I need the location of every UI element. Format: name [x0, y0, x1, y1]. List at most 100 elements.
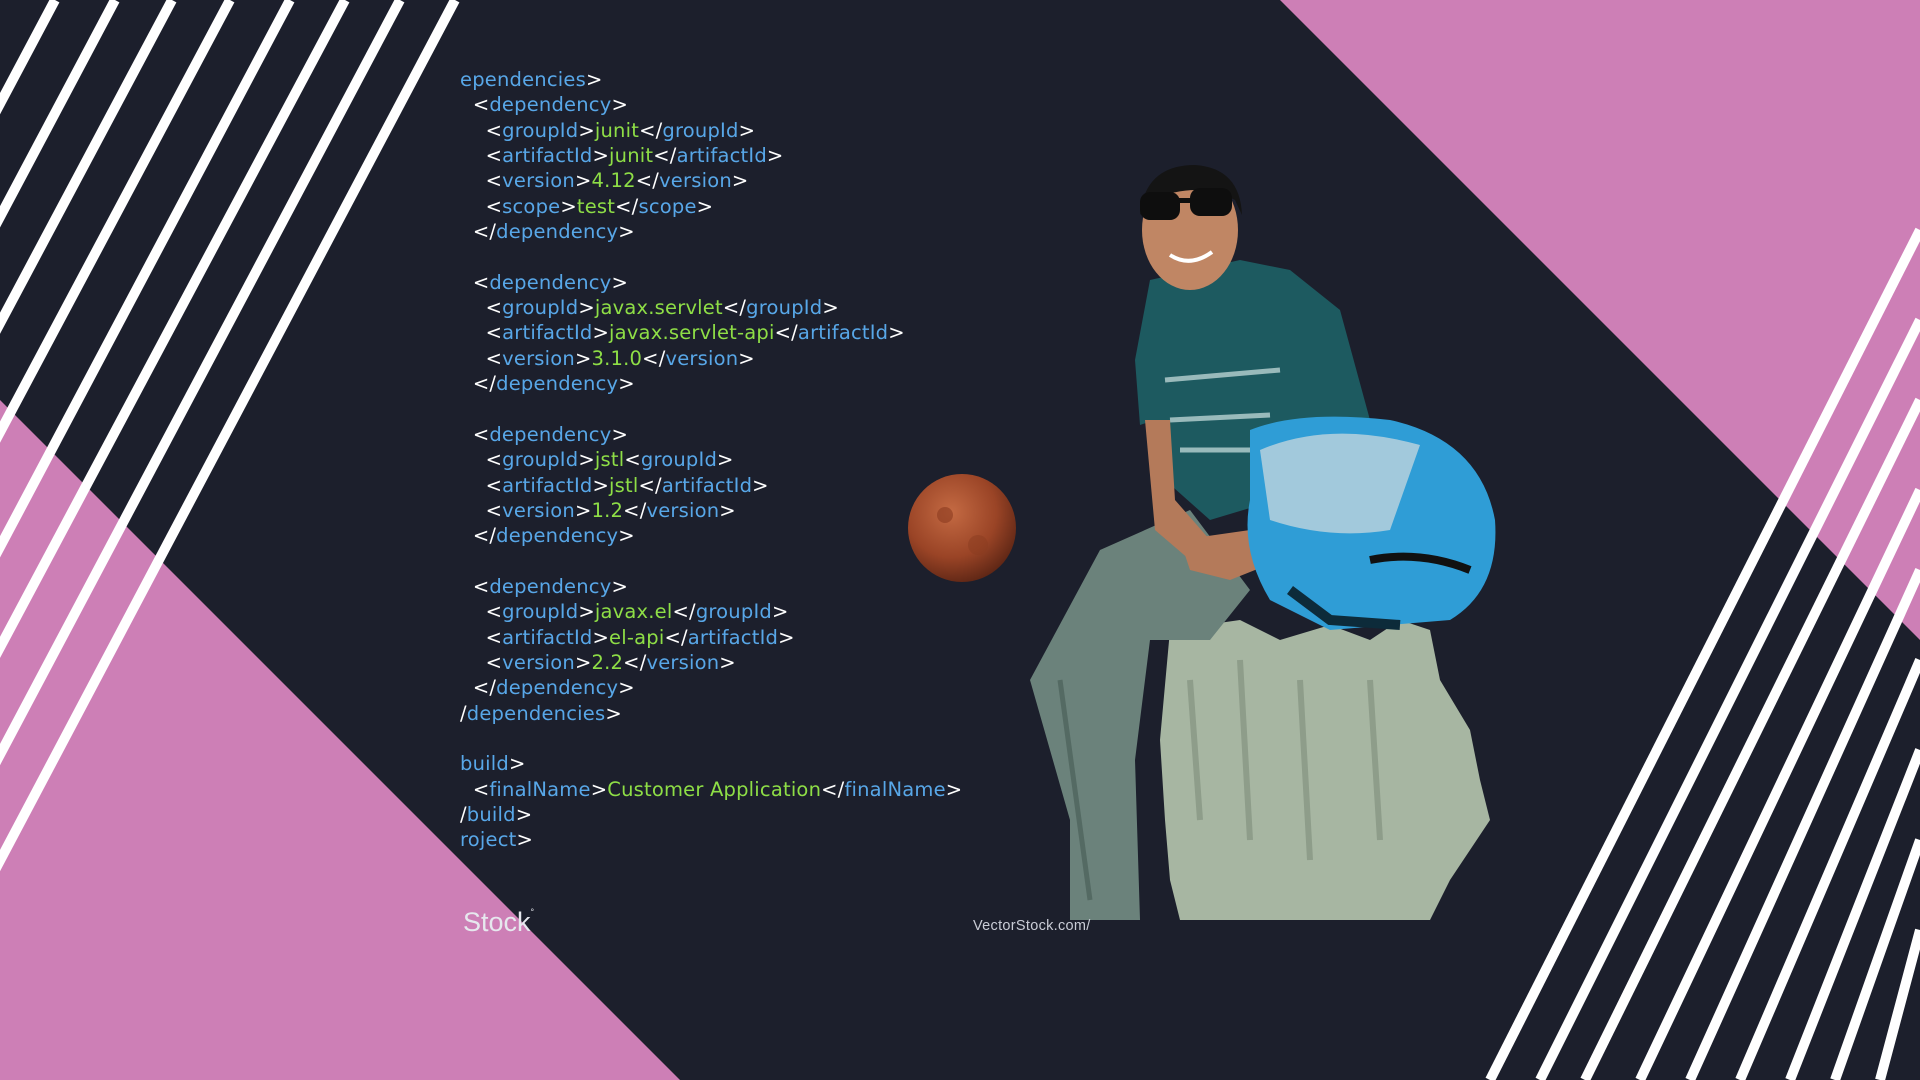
code-line: <artifactId>junit</artifactId> — [460, 143, 962, 168]
code-line: <groupId>javax.servlet</groupId> — [460, 295, 962, 320]
code-line: <groupId>junit</groupId> — [460, 118, 962, 143]
code-punct: > — [592, 473, 610, 497]
code-punct: > — [778, 625, 795, 649]
code-tag: dependency — [496, 372, 619, 396]
code-punct: < — [485, 498, 503, 522]
code-punct: </ — [672, 600, 696, 624]
code-tag: finalName — [489, 777, 591, 801]
code-tag: scope — [502, 194, 561, 218]
code-line: <groupId>javax.el</groupId> — [460, 599, 962, 624]
code-tag: groupId — [746, 296, 823, 320]
code-punct: > — [717, 448, 734, 472]
code-punct: < — [485, 600, 503, 624]
code-line: <dependency> — [460, 270, 962, 295]
code-tag: build — [466, 802, 516, 826]
code-line: ependencies> — [460, 67, 962, 92]
code-punct: > — [822, 296, 839, 320]
code-value: 2.2 — [591, 650, 624, 674]
code-tag: scope — [638, 194, 697, 218]
code-tag: version — [646, 650, 720, 674]
code-tag: artifactId — [502, 473, 593, 497]
code-punct: </ — [472, 676, 497, 700]
code-punct: > — [618, 676, 635, 700]
code-tag: dependency — [496, 676, 619, 700]
code-punct — [460, 474, 486, 497]
code-line: </dependency> — [460, 219, 962, 244]
code-tag: dependency — [489, 93, 612, 117]
code-tag: groupId — [662, 118, 739, 142]
code-punct: > — [578, 448, 595, 472]
code-punct: </ — [472, 372, 497, 396]
code-line: <dependency> — [460, 574, 962, 599]
code-punct — [460, 144, 486, 167]
code-line: <dependency> — [460, 422, 962, 447]
code-punct: < — [624, 448, 641, 472]
code-punct: > — [578, 600, 595, 624]
code-punct — [460, 575, 473, 598]
code-punct: > — [585, 68, 603, 91]
code-punct: < — [485, 144, 503, 168]
code-tag: artifactId — [502, 144, 593, 168]
code-tag: version — [502, 498, 575, 522]
code-punct — [460, 119, 486, 142]
code-punct: < — [472, 777, 490, 801]
code-line: <finalName>Customer Application</finalNa… — [460, 777, 962, 802]
code-line: <artifactId>javax.servlet-api</artifactI… — [460, 320, 962, 345]
code-punct: </ — [653, 144, 677, 168]
code-punct: > — [611, 93, 629, 117]
code-tag: ependencies — [460, 68, 586, 91]
code-line: build> — [460, 751, 962, 776]
sunglasses — [1140, 192, 1180, 220]
code-tag: groupId — [502, 118, 579, 142]
code-punct: > — [578, 296, 595, 320]
code-punct: </ — [623, 498, 647, 522]
code-punct: > — [738, 346, 755, 370]
watermark-right: VectorStock.com/ — [973, 918, 1091, 934]
code-punct — [460, 372, 473, 395]
code-tag: dependency — [496, 524, 619, 548]
code-punct: / — [460, 802, 467, 826]
code-punct: > — [719, 498, 736, 522]
code-punct: > — [618, 524, 635, 548]
code-punct — [460, 600, 486, 623]
code-punct: > — [592, 144, 610, 168]
code-punct: > — [515, 802, 533, 826]
code-punct: < — [485, 118, 503, 142]
code-punct: > — [738, 118, 756, 142]
code-punct: </ — [722, 296, 747, 320]
code-punct: </ — [638, 473, 662, 497]
code-tag: artifactId — [502, 625, 593, 649]
code-punct: > — [574, 498, 592, 522]
code-punct: </ — [639, 118, 663, 142]
code-punct — [460, 321, 486, 344]
code-punct: < — [485, 650, 503, 674]
code-punct — [460, 626, 486, 649]
code-punct — [460, 93, 473, 116]
code-line: <version>2.2</version> — [460, 650, 962, 675]
code-punct: > — [731, 169, 749, 193]
code-punct: > — [618, 220, 635, 244]
code-snippet: ependencies> <dependency> <groupId>junit… — [460, 67, 962, 853]
watermark-left: Stock° — [463, 907, 535, 937]
code-value: 1.2 — [591, 498, 624, 522]
code-value: 3.1.0 — [591, 346, 643, 370]
code-tag: dependencies — [466, 701, 606, 725]
code-value: javax.el — [594, 600, 673, 624]
code-punct: > — [508, 752, 526, 776]
code-punct: > — [574, 650, 592, 674]
code-tag: finalName — [844, 777, 946, 801]
code-punct: </ — [472, 220, 497, 244]
code-punct — [460, 271, 473, 294]
code-tag: version — [659, 169, 732, 193]
code-line: </dependency> — [460, 523, 962, 548]
code-line: <version>1.2</version> — [460, 498, 962, 523]
code-punct: > — [574, 169, 592, 193]
code-tag: groupId — [695, 600, 772, 624]
code-punct: > — [592, 625, 610, 649]
code-value: Customer Application — [607, 777, 822, 801]
code-punct: > — [578, 118, 595, 142]
code-punct: < — [485, 625, 503, 649]
code-punct — [460, 347, 486, 370]
person-photo — [1030, 165, 1496, 920]
